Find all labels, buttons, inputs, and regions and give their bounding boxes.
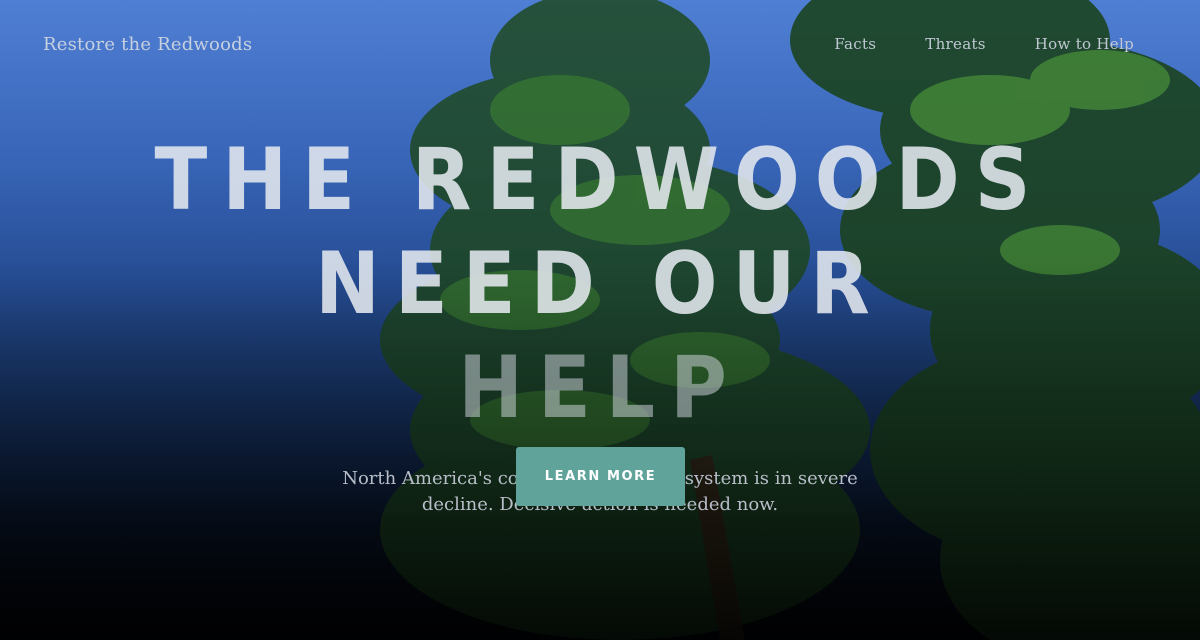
nav-link-how-to-help[interactable]: How to Help — [1035, 35, 1134, 53]
top-navigation: Restore the Redwoods Facts Threats How t… — [0, 0, 1200, 90]
hero-title-line2: HELP — [458, 338, 742, 438]
nav-link-threats[interactable]: Threats — [925, 35, 985, 53]
nav-link-facts[interactable]: Facts — [834, 35, 876, 53]
brand-logo-link[interactable]: Restore the Redwoods — [43, 34, 252, 55]
learn-more-button[interactable]: LEARN MORE — [516, 447, 685, 506]
nav-links: Facts Threats How to Help — [834, 35, 1134, 53]
hero-title-line1: THE REDWOODS NEED OUR — [154, 130, 1046, 334]
hero-title: THE REDWOODS NEED OUR HELP — [25, 128, 1175, 440]
